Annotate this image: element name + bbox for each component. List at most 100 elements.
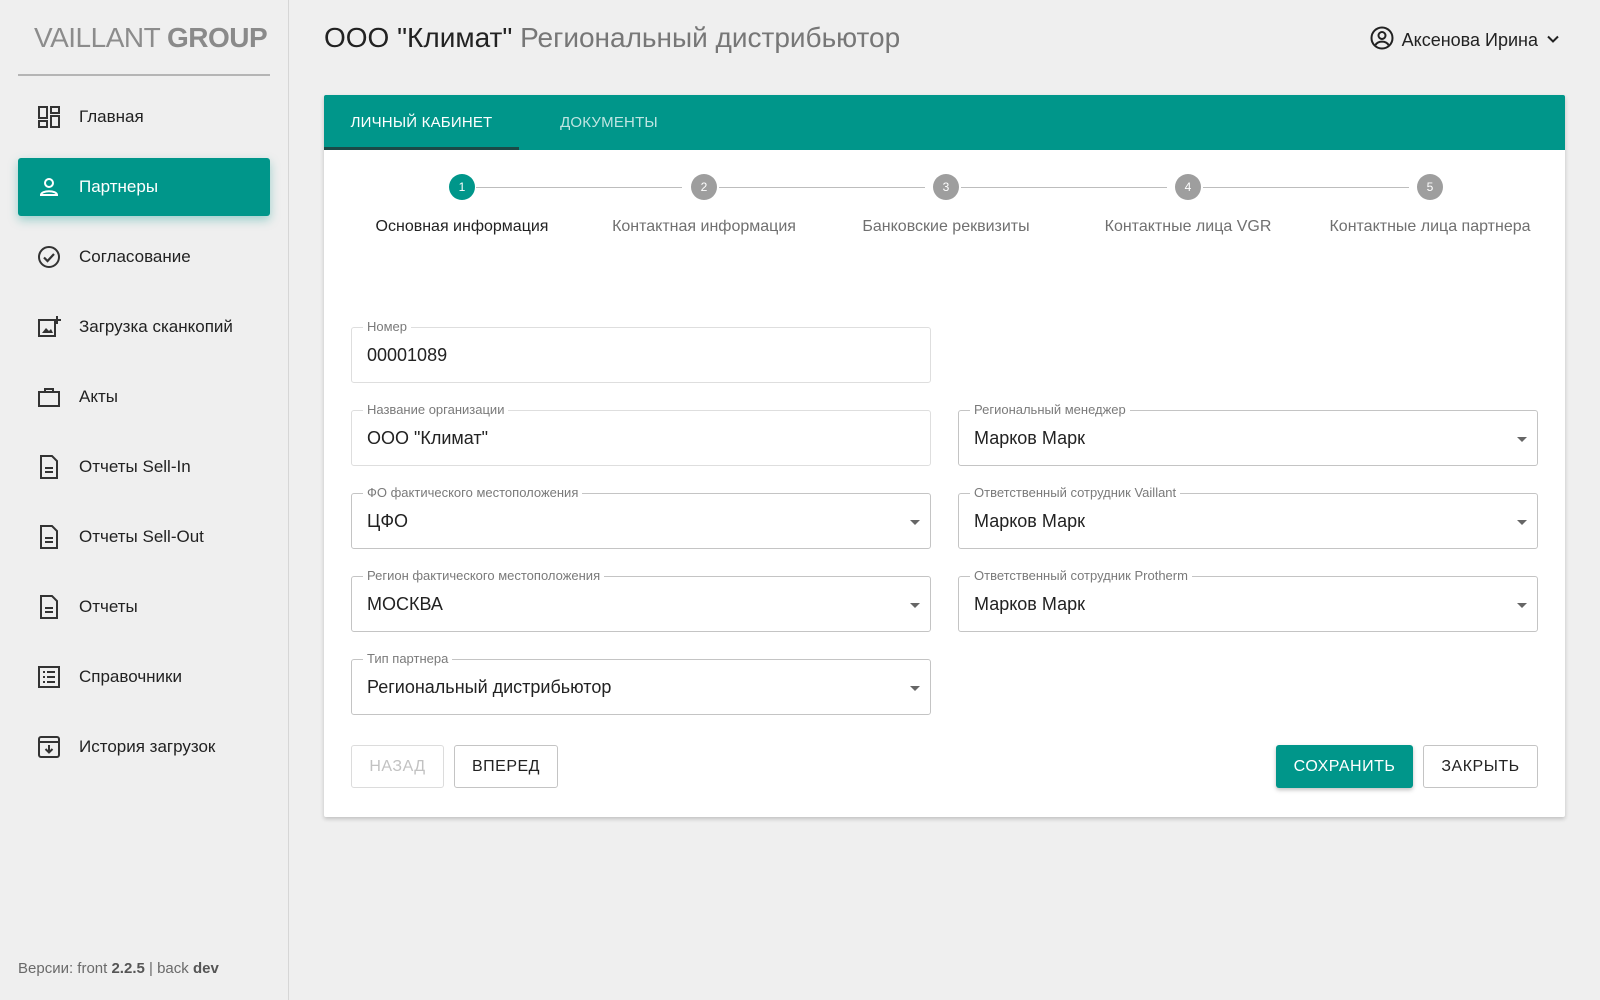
sidebar-item-label: Отчеты Sell-In <box>79 457 191 476</box>
page-title-org: ООО "Климат" <box>324 22 513 53</box>
partner-type-select[interactable]: Тип партнера Региональный дистрибьютор <box>351 651 931 715</box>
dropdown-arrow-icon <box>910 603 920 608</box>
sidebar-item-reports[interactable]: Отчеты <box>18 578 270 636</box>
step-label: Контактная информация <box>612 218 796 235</box>
vaillant-employee-select[interactable]: Ответственный сотрудник Vaillant Марков … <box>958 485 1538 549</box>
sidebar-item-label: Отчеты <box>79 597 138 616</box>
page-title: ООО "Климат" Региональный дистрибьютор <box>324 22 900 54</box>
sidebar-item-sell-out-reports[interactable]: Отчеты Sell-Out <box>18 508 270 566</box>
step-bank-details[interactable]: 3 Банковские реквизиты <box>826 174 1066 236</box>
sidebar-item-label: Партнеры <box>79 177 159 196</box>
next-button[interactable]: ВПЕРЕД <box>454 745 558 788</box>
step-label: Контактные лица VGR <box>1104 218 1272 235</box>
dropdown-arrow-icon <box>910 520 920 525</box>
dropdown-arrow-icon <box>1517 520 1527 525</box>
sidebar-item-directories[interactable]: Справочники <box>18 648 270 706</box>
step-label: Банковские реквизиты <box>862 218 1030 235</box>
user-menu[interactable]: Аксенова Ирина <box>1370 26 1560 55</box>
sidebar-item-label: Отчеты Sell-Out <box>79 527 204 546</box>
organization-name-field[interactable]: Название организации ООО "Климат" <box>351 402 931 466</box>
close-button[interactable]: ЗАКРЫТЬ <box>1423 745 1538 788</box>
step-contact-info[interactable]: 2 Контактная информация <box>584 174 824 236</box>
step-number: 5 <box>1417 174 1443 200</box>
federal-district-select[interactable]: ФО фактического местоположения ЦФО <box>351 485 931 549</box>
sidebar-item-sell-in-reports[interactable]: Отчеты Sell-In <box>18 438 270 496</box>
partner-type-value: Региональный дистрибьютор <box>367 677 612 697</box>
sidebar-item-label: Загрузка сканкопий <box>79 317 233 336</box>
dropdown-arrow-icon <box>1517 603 1527 608</box>
version-separator: | back <box>144 960 193 977</box>
briefcase-icon <box>37 385 61 409</box>
document-icon <box>37 525 61 549</box>
number-field-value: 00001089 <box>367 345 448 365</box>
version-prefix: Версии: front <box>18 960 112 977</box>
region-label: Регион фактического местоположения <box>363 568 605 583</box>
dropdown-arrow-icon <box>910 686 920 691</box>
sidebar-item-partners[interactable]: Партнеры <box>18 158 270 216</box>
dashboard-icon <box>37 105 61 129</box>
number-field-label: Номер <box>363 319 412 334</box>
step-number: 1 <box>449 174 475 200</box>
sidebar-item-label: Акты <box>79 387 118 406</box>
sidebar-item-scan-upload[interactable]: Загрузка сканкопий <box>18 298 270 356</box>
document-icon <box>37 595 61 619</box>
tab-bar: ЛИЧНЫЙ КАБИНЕТ ДОКУМЕНТЫ <box>324 95 1565 150</box>
dropdown-arrow-icon <box>1517 437 1527 442</box>
list-icon <box>37 665 61 689</box>
sidebar-item-home[interactable]: Главная <box>18 88 270 146</box>
tab-documents[interactable]: ДОКУМЕНТЫ <box>519 95 699 150</box>
sidebar-item-approval[interactable]: Согласование <box>18 228 270 286</box>
sidebar-item-upload-history[interactable]: История загрузок <box>18 718 270 776</box>
back-button[interactable]: НАЗАД <box>351 745 444 788</box>
partner-type-label: Тип партнера <box>363 651 453 666</box>
check-circle-icon <box>37 245 61 269</box>
sidebar: VAILLANT GROUP Главная Партнеры Согласов… <box>0 0 289 1000</box>
step-number: 4 <box>1175 174 1201 200</box>
user-name: Аксенова Ирина <box>1401 30 1538 50</box>
tab-personal-account[interactable]: ЛИЧНЫЙ КАБИНЕТ <box>324 95 519 150</box>
protherm-employee-select[interactable]: Ответственный сотрудник Protherm Марков … <box>958 568 1538 632</box>
federal-district-label: ФО фактического местоположения <box>363 485 583 500</box>
sidebar-item-acts[interactable]: Акты <box>18 368 270 426</box>
archive-icon <box>37 735 61 759</box>
stepper: 1 Основная информация 2 Контактная инфор… <box>324 150 1565 250</box>
logo-text-part2: GROUP <box>166 22 268 53</box>
document-icon <box>37 455 61 479</box>
logo-text-part1: VAILLANT <box>34 22 167 53</box>
step-number: 2 <box>691 174 717 200</box>
front-version: 2.2.5 <box>111 960 145 977</box>
region-select[interactable]: Регион фактического местоположения МОСКВ… <box>351 568 931 632</box>
page-title-partner-type: Региональный дистрибьютор <box>512 22 901 53</box>
regional-manager-label: Региональный менеджер <box>970 402 1130 417</box>
chevron-down-icon <box>1546 30 1560 51</box>
regional-manager-select[interactable]: Региональный менеджер Марков Марк <box>958 402 1538 466</box>
sidebar-item-label: Главная <box>79 107 144 126</box>
protherm-employee-label: Ответственный сотрудник Protherm <box>970 568 1192 583</box>
sidebar-item-label: История загрузок <box>79 737 216 756</box>
step-partner-contacts[interactable]: 5 Контактные лица партнера <box>1310 174 1550 236</box>
step-label: Основная информация <box>375 218 549 235</box>
regional-manager-value: Марков Марк <box>974 428 1085 448</box>
organization-name-value: ООО "Климат" <box>367 428 489 448</box>
add-photo-icon <box>37 315 61 339</box>
account-circle-icon <box>1370 26 1394 55</box>
step-main-info[interactable]: 1 Основная информация <box>342 174 582 236</box>
step-number: 3 <box>933 174 959 200</box>
vaillant-employee-value: Марков Марк <box>974 511 1085 531</box>
vaillant-logo: VAILLANT GROUP <box>34 22 268 54</box>
version-info: Версии: front 2.2.5 | back dev <box>18 960 219 977</box>
person-icon <box>37 175 61 199</box>
vaillant-employee-label: Ответственный сотрудник Vaillant <box>970 485 1181 500</box>
federal-district-value: ЦФО <box>367 511 409 531</box>
step-vgr-contacts[interactable]: 4 Контактные лица VGR <box>1068 174 1308 236</box>
protherm-employee-value: Марков Марк <box>974 594 1085 614</box>
number-field[interactable]: Номер 00001089 <box>351 319 931 383</box>
back-version: dev <box>192 960 219 977</box>
save-button[interactable]: СОХРАНИТЬ <box>1276 745 1413 788</box>
sidebar-item-label: Справочники <box>79 667 182 686</box>
organization-name-label: Название организации <box>363 402 509 417</box>
region-value: МОСКВА <box>367 594 443 614</box>
logo-divider <box>18 74 270 76</box>
sidebar-nav: Главная Партнеры Согласование Загрузка с… <box>18 88 270 788</box>
partner-card: ЛИЧНЫЙ КАБИНЕТ ДОКУМЕНТЫ 1 Основная инфо… <box>324 95 1565 817</box>
